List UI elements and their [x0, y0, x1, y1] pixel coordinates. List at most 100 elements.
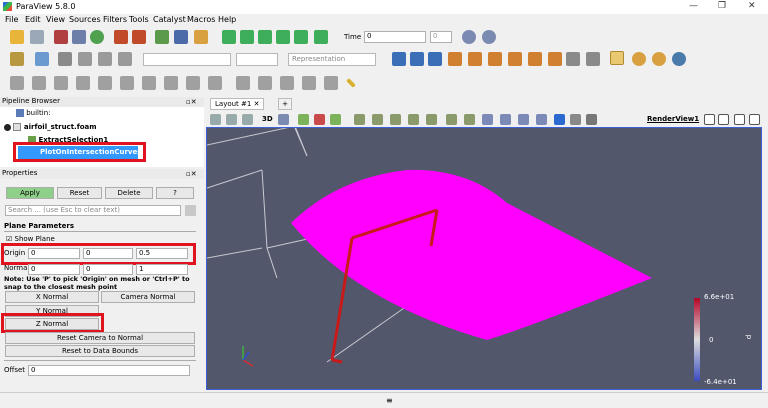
delete-button[interactable]: Delete	[105, 187, 153, 199]
zoom-search-icon[interactable]	[482, 30, 496, 44]
redo-icon[interactable]	[132, 30, 146, 44]
clear-selection-icon[interactable]	[500, 114, 511, 125]
reset-button[interactable]: Reset	[57, 187, 102, 199]
stream-tracer-icon[interactable]	[164, 76, 178, 90]
camera-undo-icon[interactable]	[155, 30, 169, 44]
view-minus-z-icon[interactable]	[548, 52, 562, 66]
slice-icon[interactable]	[76, 76, 90, 90]
splitter-handle-icon[interactable]: ≡	[386, 396, 393, 405]
reset-center-icon[interactable]	[672, 52, 686, 66]
menu-file[interactable]: File	[5, 15, 18, 24]
axes-orientation-icon[interactable]	[610, 51, 624, 65]
center-axes-icon[interactable]	[632, 52, 646, 66]
reset-bounds-button[interactable]: Reset to Data Bounds	[5, 345, 195, 357]
rotate-minus-90-icon[interactable]	[586, 52, 600, 66]
show-plane-checkbox[interactable]: ☑ Show Plane	[6, 235, 55, 243]
save-state-icon[interactable]	[30, 30, 44, 44]
view-minus-x-icon[interactable]	[468, 52, 482, 66]
glyph-icon[interactable]	[142, 76, 156, 90]
close-icon[interactable]: ✕	[748, 1, 756, 11]
group-datasets-icon[interactable]	[208, 76, 222, 90]
render-view[interactable]: 6.6e+01 0 -6.4e+01 p	[206, 127, 762, 390]
view-minus-y-icon[interactable]	[508, 52, 522, 66]
camera-normal-button[interactable]: Camera Normal	[101, 291, 195, 303]
capture-screenshot-icon[interactable]	[210, 114, 221, 125]
label-points-icon[interactable]	[518, 114, 529, 125]
reset-camera-normal-button[interactable]: Reset Camera to Normal	[5, 332, 195, 344]
plot-selection-icon[interactable]	[280, 76, 294, 90]
zoom-to-data-icon[interactable]	[410, 52, 424, 66]
threshold-icon[interactable]	[98, 76, 112, 90]
interactive-select-icon[interactable]	[372, 114, 383, 125]
view-name-button[interactable]: RenderView1	[647, 115, 699, 123]
properties-search-input[interactable]: Search ... (use Esc to clear text)	[5, 205, 181, 216]
connect-icon[interactable]	[54, 30, 68, 44]
menu-help[interactable]: Help	[218, 15, 236, 24]
contour-icon[interactable]	[32, 76, 46, 90]
tab-layout-1[interactable]: Layout #1 ✕	[210, 98, 265, 110]
maximize-icon[interactable]: ❐	[718, 1, 726, 11]
component-select[interactable]	[236, 53, 278, 66]
clip-icon[interactable]	[54, 76, 68, 90]
rescale-range-icon[interactable]	[78, 52, 92, 66]
grow-selection-icon[interactable]	[446, 114, 457, 125]
find-data-icon[interactable]	[194, 30, 208, 44]
undo-icon[interactable]	[114, 30, 128, 44]
ruler-icon[interactable]	[346, 78, 356, 88]
reset-view-icon[interactable]	[226, 114, 237, 125]
select-block-icon[interactable]	[354, 114, 365, 125]
toggle-view-icon[interactable]	[242, 114, 253, 125]
time-step-spinbox[interactable]: 0	[430, 31, 452, 43]
hover-cells-icon[interactable]	[408, 114, 419, 125]
normal-x-field[interactable]: 0	[28, 264, 80, 275]
minimize-icon[interactable]: —	[689, 1, 698, 11]
view-plus-y-icon[interactable]	[488, 52, 502, 66]
previous-frame-icon[interactable]	[240, 30, 254, 44]
panel-float-icon[interactable]: ▫✕	[186, 98, 197, 106]
help-button[interactable]: ?	[156, 187, 194, 199]
time-field[interactable]: 0	[364, 31, 426, 43]
normal-y-field[interactable]: 0	[83, 264, 133, 275]
disconnect-icon[interactable]	[72, 30, 86, 44]
hover-points-icon[interactable]	[390, 114, 401, 125]
histogram-icon[interactable]	[302, 76, 316, 90]
offset-field[interactable]: 0	[28, 365, 190, 376]
reset-camera-icon[interactable]	[392, 52, 406, 66]
menu-view[interactable]: View	[46, 15, 65, 24]
zoom-to-box-icon[interactable]	[428, 52, 442, 66]
calculator-icon[interactable]	[10, 76, 24, 90]
extract-subset-icon[interactable]	[120, 76, 134, 90]
label-cells-icon[interactable]	[536, 114, 547, 125]
split-horizontal-icon[interactable]	[704, 114, 715, 125]
first-frame-icon[interactable]	[222, 30, 236, 44]
x-normal-button[interactable]: X Normal	[5, 291, 99, 303]
rescale-visible-icon[interactable]	[118, 52, 132, 66]
loop-icon[interactable]	[314, 30, 328, 44]
zoom-icon[interactable]	[462, 30, 476, 44]
trash-icon[interactable]	[586, 114, 597, 125]
pick-center-icon[interactable]	[652, 52, 666, 66]
panel-float-icon[interactable]: ▫✕	[186, 170, 197, 178]
pipeline-item-airfoil[interactable]: airfoil_struct.foam	[4, 123, 97, 135]
refresh-icon[interactable]	[90, 30, 104, 44]
menu-macros[interactable]: Macros	[187, 15, 215, 24]
extract-level-icon[interactable]	[236, 76, 250, 90]
zoom-box-icon[interactable]	[278, 114, 289, 125]
polygon-select-icon[interactable]	[426, 114, 437, 125]
visibility-eye-icon[interactable]	[4, 123, 11, 131]
advanced-gear-icon[interactable]	[185, 205, 196, 216]
select-cells-icon[interactable]	[298, 114, 309, 125]
menu-sources[interactable]: Sources	[69, 15, 101, 24]
select-points-icon[interactable]	[314, 114, 325, 125]
select-frustum-icon[interactable]	[330, 114, 341, 125]
color-map-icon[interactable]	[10, 52, 24, 66]
rotate-90-icon[interactable]	[566, 52, 580, 66]
menu-filters[interactable]: Filters	[103, 15, 127, 24]
edit-colormap-icon[interactable]	[58, 52, 72, 66]
view-plus-z-icon[interactable]	[528, 52, 542, 66]
menu-catalyst[interactable]: Catalyst	[153, 15, 186, 24]
next-frame-icon[interactable]	[276, 30, 290, 44]
find-data-view-icon[interactable]	[482, 114, 493, 125]
close-view-icon[interactable]	[749, 114, 760, 125]
menu-edit[interactable]: Edit	[25, 15, 41, 24]
